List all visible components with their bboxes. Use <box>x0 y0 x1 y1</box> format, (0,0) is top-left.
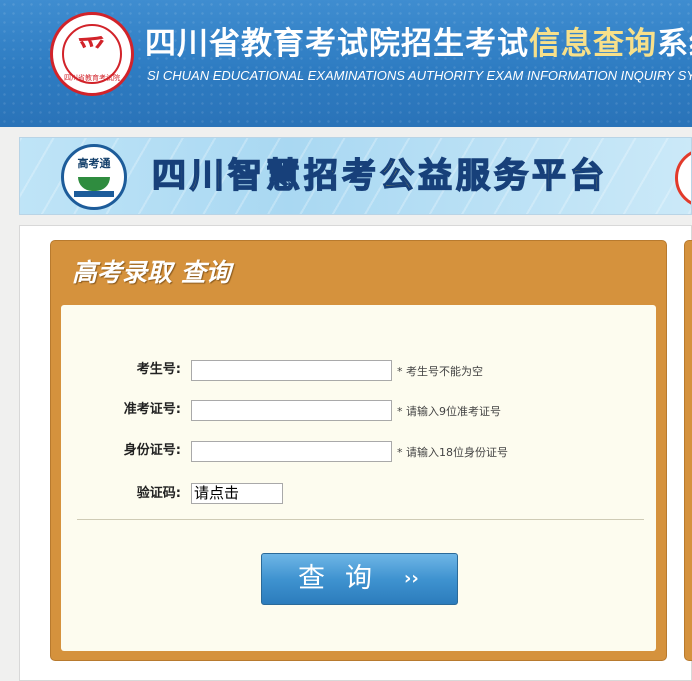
gaokaotong-logo-text: 高考通 <box>77 157 111 170</box>
site-title: 四川省教育考试院招生考试信息查询系统 <box>145 24 692 64</box>
id-number-input[interactable] <box>191 441 392 462</box>
logo-glyph: 爫 <box>77 35 107 70</box>
query-button-label: 查询 <box>298 563 392 594</box>
id-number-label: 身份证号: <box>123 443 181 458</box>
panel-title: 高考录取 查询 <box>72 258 231 287</box>
candidate-number-input[interactable] <box>191 360 392 381</box>
site-title-part1: 四川省教育考试院招生考试 <box>145 26 529 62</box>
form-divider <box>77 519 644 520</box>
exam-authority-logo: 爫 四川省教育考试院 <box>50 12 134 96</box>
admission-ticket-label: 准考证号: <box>123 402 181 417</box>
logo-base <box>74 191 114 197</box>
site-title-part2: 系统 <box>657 26 692 62</box>
candidate-number-label: 考生号: <box>136 362 181 377</box>
captcha-label: 验证码: <box>136 486 181 501</box>
captcha-trigger[interactable]: 请点击 <box>191 483 283 504</box>
site-header: 爫 四川省教育考试院 四川省教育考试院招生考试信息查询系统 SI CHUAN E… <box>0 0 692 127</box>
double-chevron-right-icon: ›› <box>404 568 419 589</box>
admission-ticket-input[interactable] <box>191 400 392 421</box>
site-subtitle: SI CHUAN EDUCATIONAL EXAMINATIONS AUTHOR… <box>147 68 692 83</box>
gaokaotong-logo: 高考通 <box>61 144 127 210</box>
query-submit-button[interactable]: 查询 ›› <box>261 553 458 605</box>
query-form: 考生号: * 考生号不能为空 准考证号: * 请输入9位准考证号 身份证号: *… <box>61 305 656 651</box>
logo-text: 四川省教育考试院 <box>64 74 120 82</box>
admission-query-panel: 高考录取 查询 考生号: * 考生号不能为空 准考证号: * 请输入9位准考证号… <box>50 240 667 661</box>
id-number-hint: * 请输入18位身份证号 <box>397 446 508 459</box>
side-panel-edge <box>684 240 692 661</box>
banner-title: 四川智慧招考公益服务平台 <box>151 155 608 197</box>
candidate-number-hint: * 考生号不能为空 <box>397 365 483 378</box>
open-book-icon <box>78 177 110 191</box>
site-title-highlight: 信息查询 <box>529 26 657 62</box>
platform-banner: 高考通 四川智慧招考公益服务平台 <box>19 137 692 215</box>
admission-ticket-hint: * 请输入9位准考证号 <box>397 405 501 418</box>
